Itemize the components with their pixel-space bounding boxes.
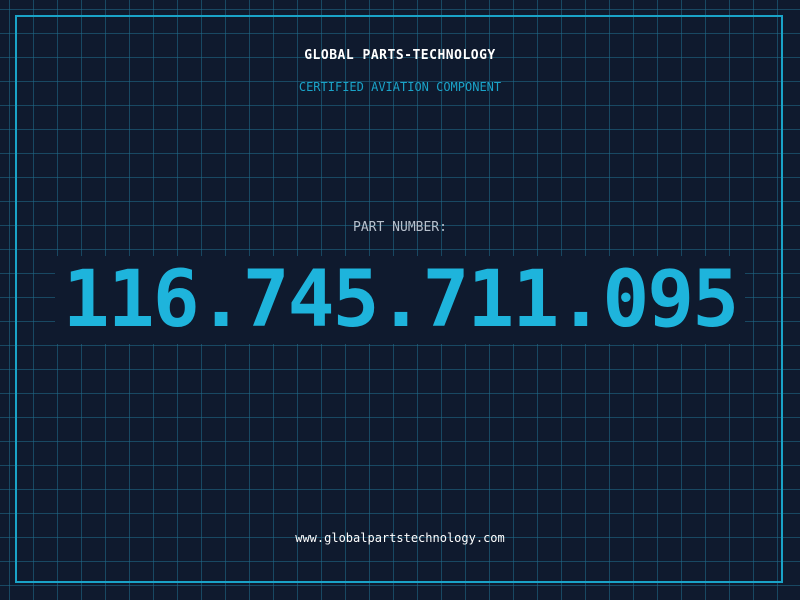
company-name: GLOBAL PARTS-TECHNOLOGY [304, 48, 496, 63]
part-label-card: GLOBAL PARTS-TECHNOLOGY CERTIFIED AVIATI… [0, 0, 800, 600]
website-url: www.globalpartstechnology.com [295, 531, 505, 545]
part-number-container: 116.745.711.095 [0, 256, 800, 344]
part-number-label: PART NUMBER: [353, 220, 447, 235]
certification-tagline: CERTIFIED AVIATION COMPONENT [298, 80, 502, 94]
part-number-value: 116.745.711.095 [54, 256, 746, 344]
